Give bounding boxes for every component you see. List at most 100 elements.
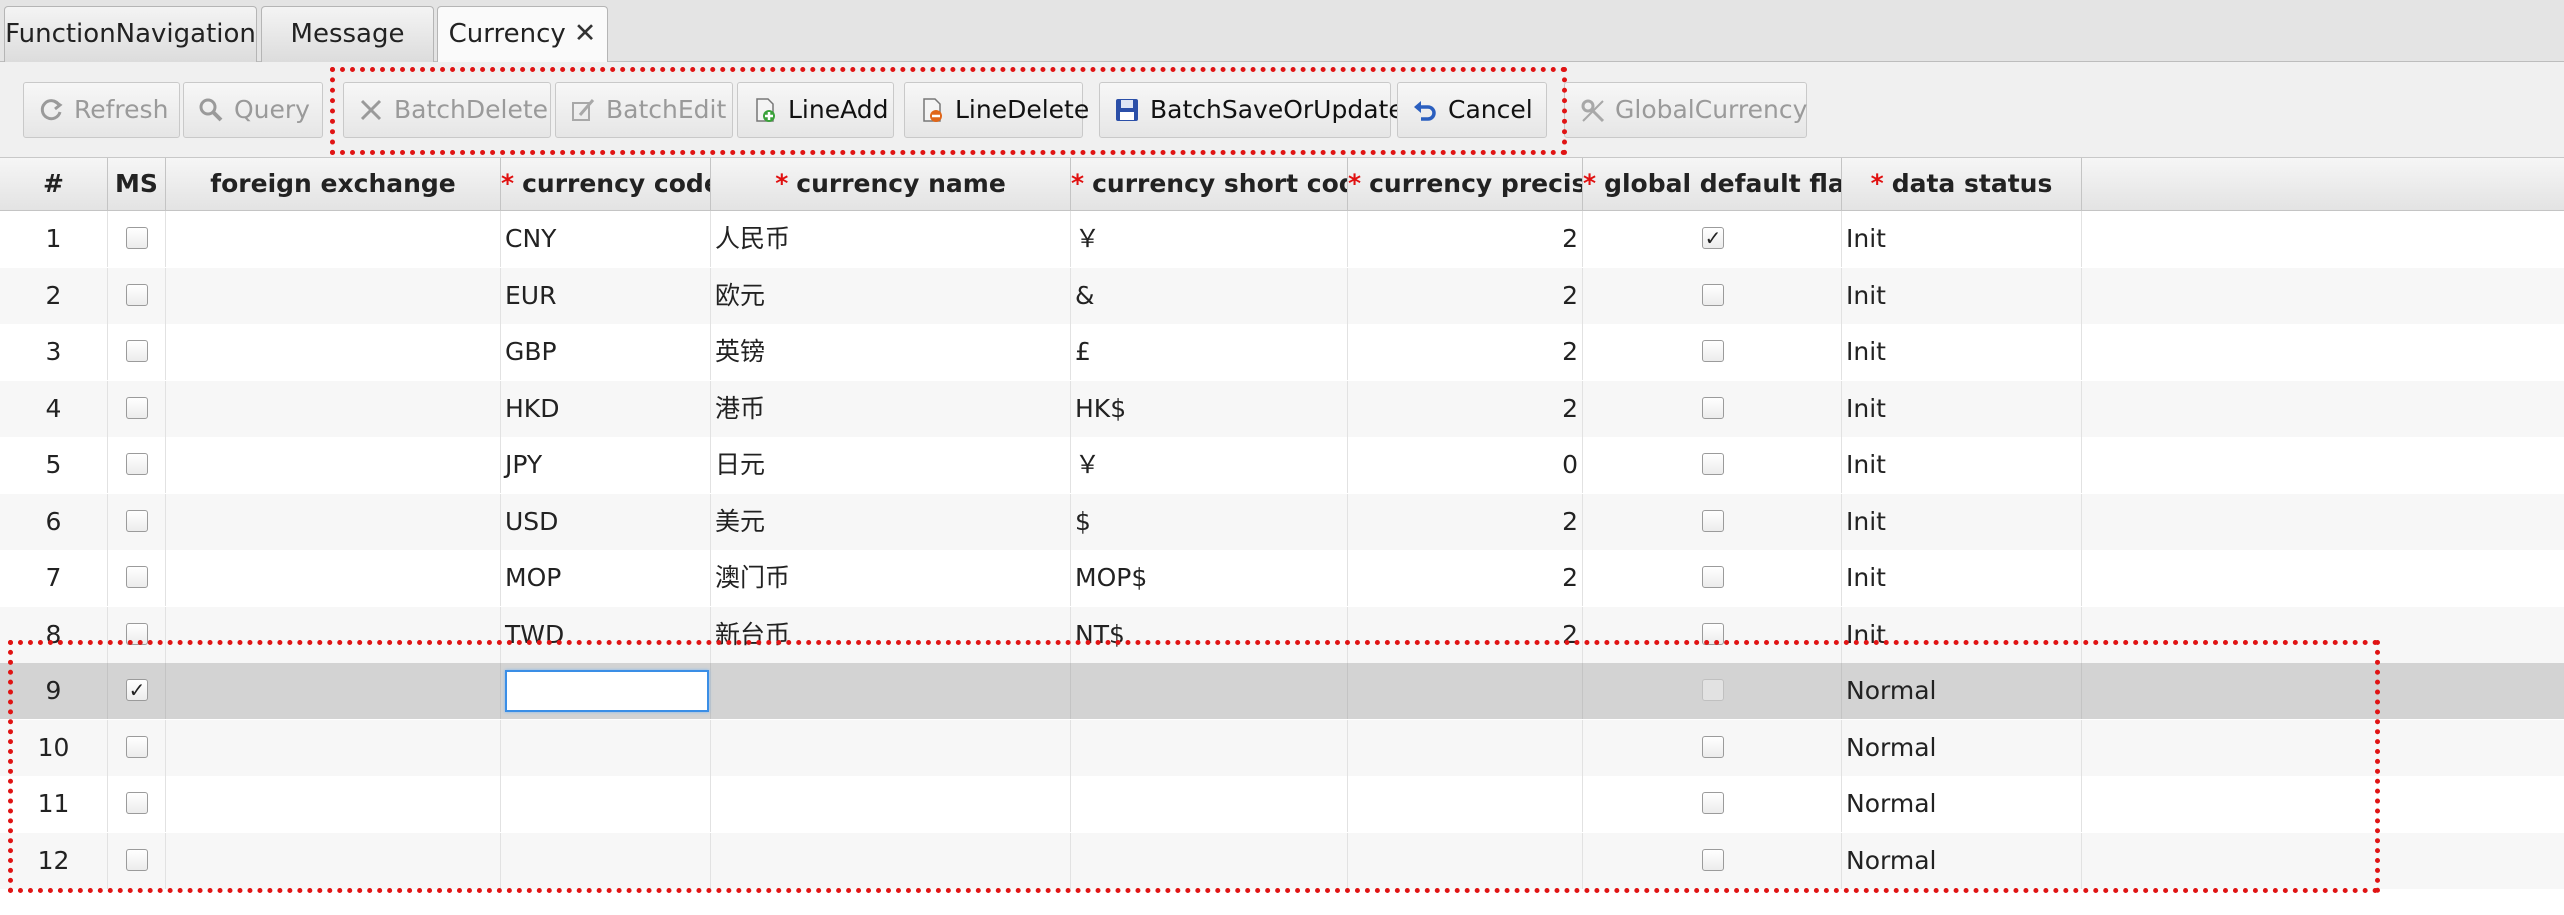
global-default-flag-cell[interactable] <box>1583 437 1842 493</box>
global-default-flag-cell[interactable] <box>1583 719 1842 776</box>
table-row[interactable]: 6 USD 美元 $2 Init <box>0 493 2564 550</box>
currency-precise-cell[interactable] <box>1348 832 1583 889</box>
global-default-checkbox[interactable] <box>1702 566 1724 588</box>
foreign-exchange-cell[interactable] <box>166 267 501 324</box>
global-default-flag-cell[interactable] <box>1583 832 1842 889</box>
ms-cell[interactable] <box>108 493 166 550</box>
currency-precise-cell[interactable] <box>1348 776 1583 832</box>
row-select-checkbox[interactable] <box>126 509 148 532</box>
ms-cell[interactable] <box>108 550 166 606</box>
foreign-exchange-cell[interactable] <box>166 776 501 832</box>
header-currency-name[interactable]: * currency name <box>711 158 1071 210</box>
currency-precise-cell[interactable] <box>1348 663 1583 719</box>
cancel-button[interactable]: Cancel <box>1397 82 1547 138</box>
ms-cell[interactable] <box>108 719 166 776</box>
foreign-exchange-cell[interactable] <box>166 719 501 776</box>
header-currency-precise[interactable]: * currency precise <box>1348 158 1583 210</box>
header-num[interactable]: # <box>0 158 108 210</box>
global-default-flag-cell[interactable]: ✓ <box>1583 211 1842 267</box>
ms-cell[interactable]: ✓ <box>108 663 166 719</box>
global-default-checkbox[interactable] <box>1702 396 1724 419</box>
table-row[interactable]: 11 Normal <box>0 776 2564 832</box>
row-select-checkbox[interactable] <box>126 340 148 362</box>
tab-currency[interactable]: Currency ✕ <box>437 6 608 63</box>
row-select-checkbox[interactable] <box>126 453 148 475</box>
table-row[interactable]: 5 JPY 日元 ￥ 0 Init <box>0 437 2564 493</box>
header-data-status[interactable]: * data status <box>1842 158 2082 210</box>
currency-code-cell[interactable]: JPY <box>501 437 711 493</box>
header-foreign-exchange[interactable]: foreign exchange <box>166 158 501 210</box>
currency-code-cell[interactable]: EUR <box>501 267 711 324</box>
ms-cell[interactable] <box>108 324 166 380</box>
header-ms[interactable]: MS <box>108 158 166 210</box>
batch-save-or-update-button[interactable]: BatchSaveOrUpdate <box>1099 82 1404 138</box>
currency-name-cell[interactable] <box>711 832 1071 889</box>
global-default-flag-cell[interactable] <box>1583 324 1842 380</box>
ms-cell[interactable] <box>108 437 166 493</box>
foreign-exchange-cell[interactable] <box>166 493 501 550</box>
currency-short-code-cell[interactable]: ￥ <box>1071 211 1348 267</box>
currency-precise-cell[interactable]: 2 <box>1348 550 1583 606</box>
foreign-exchange-cell[interactable] <box>166 832 501 889</box>
row-select-checkbox[interactable] <box>126 396 148 419</box>
table-row[interactable]: 12 Normal <box>0 832 2564 889</box>
ms-cell[interactable] <box>108 211 166 267</box>
global-default-checkbox[interactable] <box>1702 283 1724 306</box>
row-select-checkbox[interactable] <box>126 735 148 758</box>
currency-precise-cell[interactable]: 0 <box>1348 437 1583 493</box>
currency-name-cell[interactable]: 美元 <box>711 493 1071 550</box>
currency-short-code-cell[interactable]: & <box>1071 267 1348 324</box>
tab-function-navigation[interactable]: FunctionNavigation <box>4 6 257 62</box>
currency-precise-cell[interactable]: 2 <box>1348 606 1583 663</box>
batch-edit-button[interactable]: BatchEdit <box>555 82 733 138</box>
currency-name-cell[interactable]: 新台币 <box>711 606 1071 663</box>
global-default-checkbox[interactable] <box>1702 735 1724 758</box>
table-row[interactable]: 8 TWD 新台币 NT$ 2 Init <box>0 606 2564 663</box>
currency-name-cell[interactable] <box>711 663 1071 719</box>
foreign-exchange-cell[interactable] <box>166 324 501 380</box>
currency-code-cell[interactable] <box>501 832 711 889</box>
currency-precise-cell[interactable]: 2 <box>1348 211 1583 267</box>
query-button[interactable]: Query <box>183 82 323 138</box>
currency-short-code-cell[interactable]: NT$ <box>1071 606 1348 663</box>
tab-message[interactable]: Message <box>261 6 434 62</box>
foreign-exchange-cell[interactable] <box>166 380 501 437</box>
currency-code-cell[interactable] <box>501 776 711 832</box>
global-default-flag-cell[interactable] <box>1583 663 1842 719</box>
close-icon[interactable]: ✕ <box>574 18 597 49</box>
line-delete-button[interactable]: LineDelete <box>904 82 1089 138</box>
foreign-exchange-cell[interactable] <box>166 550 501 606</box>
table-row[interactable]: 9 ✓ Normal <box>0 663 2564 719</box>
currency-code-cell[interactable]: HKD <box>501 380 711 437</box>
currency-precise-cell[interactable] <box>1348 719 1583 776</box>
table-row[interactable]: 7 MOP 澳门币 MOP$ 2 Init <box>0 550 2564 606</box>
ms-cell[interactable] <box>108 832 166 889</box>
currency-name-cell[interactable]: 港币 <box>711 380 1071 437</box>
currency-precise-cell[interactable]: 2 <box>1348 267 1583 324</box>
currency-name-cell[interactable]: 人民币 <box>711 211 1071 267</box>
foreign-exchange-cell[interactable] <box>166 663 501 719</box>
currency-name-cell[interactable] <box>711 719 1071 776</box>
line-add-button[interactable]: LineAdd <box>737 82 894 138</box>
global-default-flag-cell[interactable] <box>1583 267 1842 324</box>
global-default-flag-cell[interactable] <box>1583 606 1842 663</box>
currency-short-code-cell[interactable]: ￥ <box>1071 437 1348 493</box>
global-default-checkbox[interactable] <box>1702 622 1724 645</box>
currency-code-input[interactable] <box>505 670 709 712</box>
global-default-flag-cell[interactable] <box>1583 493 1842 550</box>
table-row[interactable]: 3 GBP 英镑 £2 Init <box>0 324 2564 380</box>
table-row[interactable]: 2 EUR 欧元 & 2 Init <box>0 267 2564 324</box>
currency-short-code-cell[interactable]: MOP$ <box>1071 550 1348 606</box>
table-row[interactable]: 1 CNY 人民币 ￥ 2 ✓ Init <box>0 211 2564 267</box>
currency-short-code-cell[interactable]: £ <box>1071 324 1348 380</box>
global-default-checkbox[interactable] <box>1702 340 1724 362</box>
currency-short-code-cell[interactable] <box>1071 719 1348 776</box>
global-default-checkbox[interactable] <box>1702 453 1724 475</box>
currency-name-cell[interactable]: 欧元 <box>711 267 1071 324</box>
currency-short-code-cell[interactable]: HK$ <box>1071 380 1348 437</box>
currency-code-cell[interactable]: TWD <box>501 606 711 663</box>
currency-name-cell[interactable]: 澳门币 <box>711 550 1071 606</box>
currency-name-cell[interactable] <box>711 776 1071 832</box>
header-global-default-flag[interactable]: * global default flag <box>1583 158 1842 210</box>
currency-short-code-cell[interactable]: $ <box>1071 493 1348 550</box>
